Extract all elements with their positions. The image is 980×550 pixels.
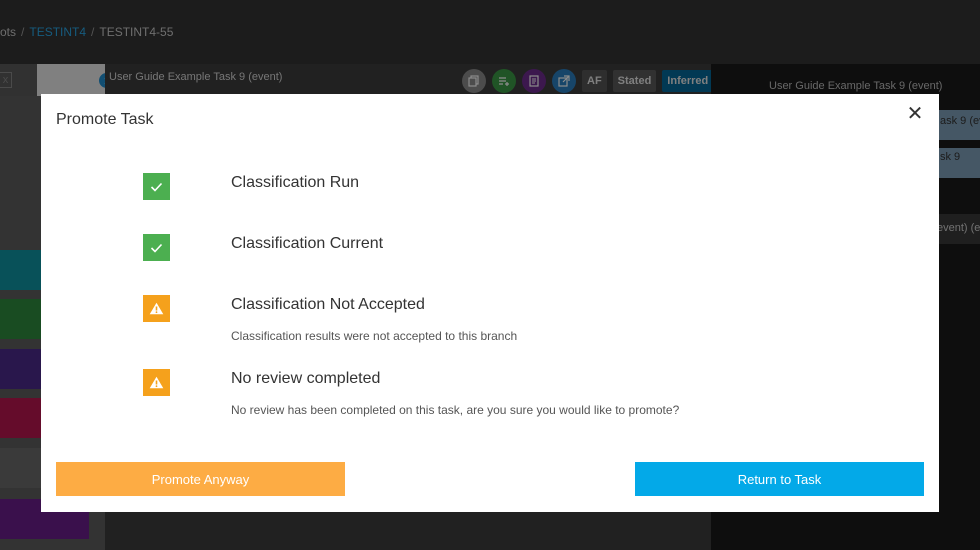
check-label: Classification Run [231, 174, 360, 191]
dialog-title: Promote Task [56, 111, 154, 128]
warning-icon [143, 295, 170, 322]
check-label: No review completed [231, 370, 381, 387]
check-label: Classification Current [231, 235, 384, 252]
promote-task-dialog: Promote Task ✕ Classification Run Classi… [41, 94, 939, 512]
checkmark-icon [143, 234, 170, 261]
return-to-task-button[interactable]: Return to Task [635, 462, 924, 496]
check-detail: Classification results were not accepted… [231, 329, 518, 343]
checkmark-icon [143, 173, 170, 200]
check-detail: No review has been completed on this tas… [231, 403, 680, 417]
close-icon[interactable]: ✕ [905, 104, 925, 124]
check-label: Classification Not Accepted [231, 296, 425, 313]
warning-icon [143, 369, 170, 396]
promote-anyway-button[interactable]: Promote Anyway [56, 462, 345, 496]
